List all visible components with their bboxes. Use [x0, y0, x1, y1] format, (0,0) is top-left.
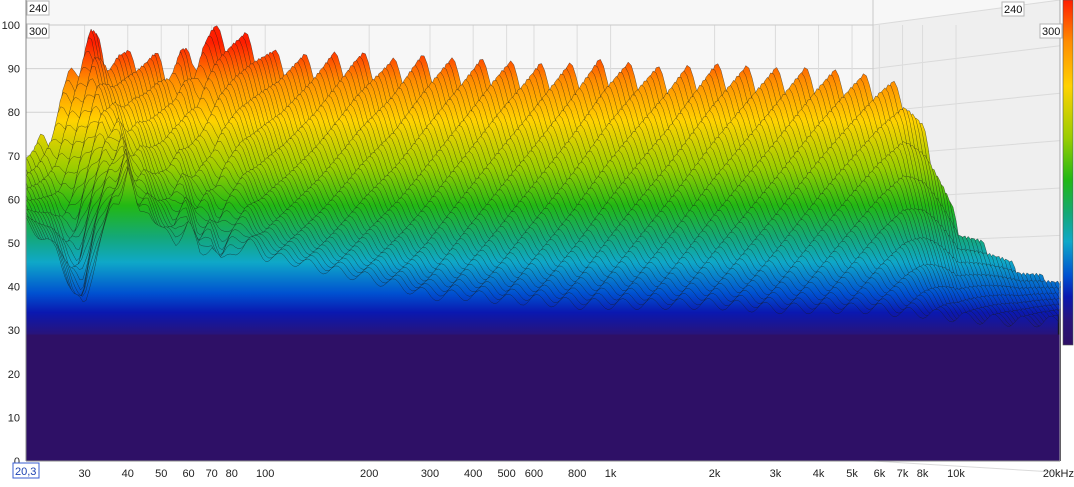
y-tick-label: 30: [8, 325, 20, 337]
x-tick-label: 10k: [947, 468, 965, 480]
x-tick-label: 3k: [770, 468, 782, 480]
x-tick-label: 1k: [605, 468, 617, 480]
x-tick-label: 2k: [709, 468, 721, 480]
y-tick-label: 70: [8, 151, 20, 163]
x-tick-label: 500: [497, 468, 515, 480]
y-tick-label: 80: [8, 107, 20, 119]
depth-label: 300: [29, 26, 47, 38]
x-tick-label: 300: [421, 468, 439, 480]
y-tick-label: 100: [2, 20, 20, 32]
x-tick-label: 20,3: [15, 466, 36, 478]
y-tick-label: 40: [8, 282, 20, 294]
x-tick-label: 30: [78, 468, 90, 480]
y-tick-label: 60: [8, 194, 20, 206]
x-tick-label: 70: [206, 468, 218, 480]
x-tick-label: 40: [122, 468, 134, 480]
x-tick-label: 100: [256, 468, 274, 480]
x-tick-label: 5k: [846, 468, 858, 480]
depth-label: 240: [1004, 4, 1022, 16]
y-tick-label: 50: [8, 238, 20, 250]
x-tick-label: 200: [360, 468, 378, 480]
x-tick-label: 6k: [874, 468, 886, 480]
waterfall-chart: 0 10 20 30 40 50 60 70 80 90 100 20,3 30 40 50 60 70 80 10…: [0, 0, 1074, 487]
x-tick-label: 80: [226, 468, 238, 480]
x-tick-label: 4k: [813, 468, 825, 480]
x-tick-label: 800: [568, 468, 586, 480]
x-tick-label: 8k: [917, 468, 929, 480]
y-tick-label: 10: [8, 412, 20, 424]
x-tick-label: 400: [464, 468, 482, 480]
x-tick-label: 7k: [897, 468, 909, 480]
depth-label: 300: [1042, 26, 1060, 38]
waterfall-chart-svg: 010203040506070809010020,3 30 40 50 60 70 80 10…: [2, 0, 1074, 480]
y-tick-label: 90: [8, 64, 20, 76]
y-tick-label: 20: [8, 369, 20, 381]
x-tick-label: 20kHz: [1043, 468, 1074, 480]
color-scale-bar: [1062, 0, 1074, 346]
x-tick-label: 600: [525, 468, 543, 480]
floor-fill: [26, 334, 1060, 461]
depth-label: 240: [29, 3, 47, 15]
x-tick-label: 60: [182, 468, 194, 480]
x-tick-label: 50: [155, 468, 167, 480]
